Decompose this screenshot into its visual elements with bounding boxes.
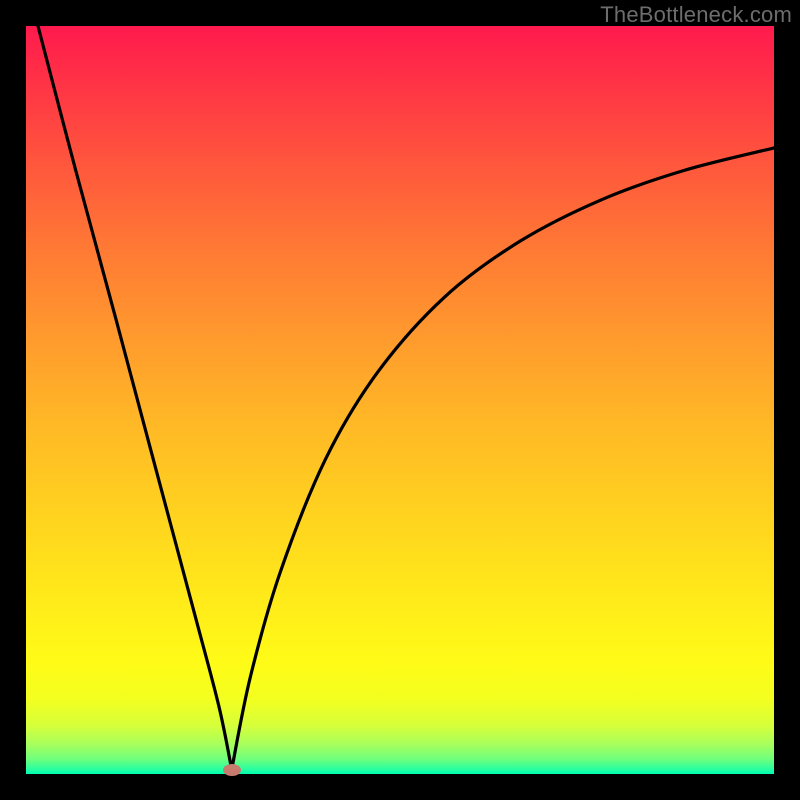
watermark-text: TheBottleneck.com <box>600 2 792 28</box>
minimum-marker <box>223 764 241 776</box>
chart-plot-area <box>26 26 774 774</box>
bottleneck-curve <box>26 26 774 774</box>
